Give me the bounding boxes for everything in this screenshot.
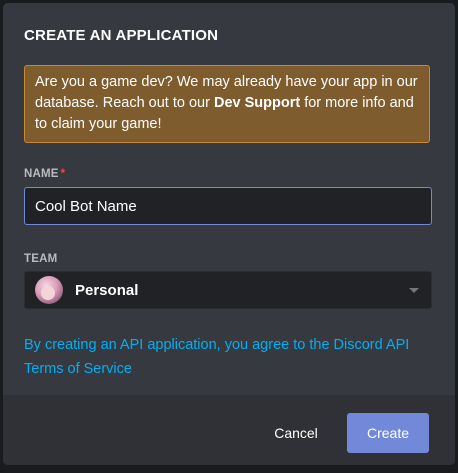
create-button[interactable]: Create	[347, 413, 429, 453]
required-marker: *	[60, 168, 66, 180]
game-dev-notice: Are you a game dev? We may already have …	[24, 65, 430, 143]
avatar	[35, 276, 63, 304]
name-input[interactable]	[24, 187, 432, 225]
modal-footer: Cancel Create	[3, 395, 455, 465]
team-label: TEAM	[24, 253, 58, 265]
team-select[interactable]: Personal	[24, 271, 432, 309]
dev-support-link[interactable]: Dev Support	[214, 95, 300, 111]
name-label: NAME *	[24, 168, 65, 180]
chevron-down-icon	[409, 288, 419, 293]
cancel-button[interactable]: Cancel	[261, 414, 331, 452]
terms-of-service-link[interactable]: By creating an API application, you agre…	[24, 333, 434, 381]
team-select-value: Personal	[75, 282, 139, 299]
modal-title: CREATE AN APPLICATION	[24, 27, 219, 44]
name-label-text: NAME	[24, 168, 59, 180]
create-application-modal: CREATE AN APPLICATION Are you a game dev…	[3, 3, 455, 465]
